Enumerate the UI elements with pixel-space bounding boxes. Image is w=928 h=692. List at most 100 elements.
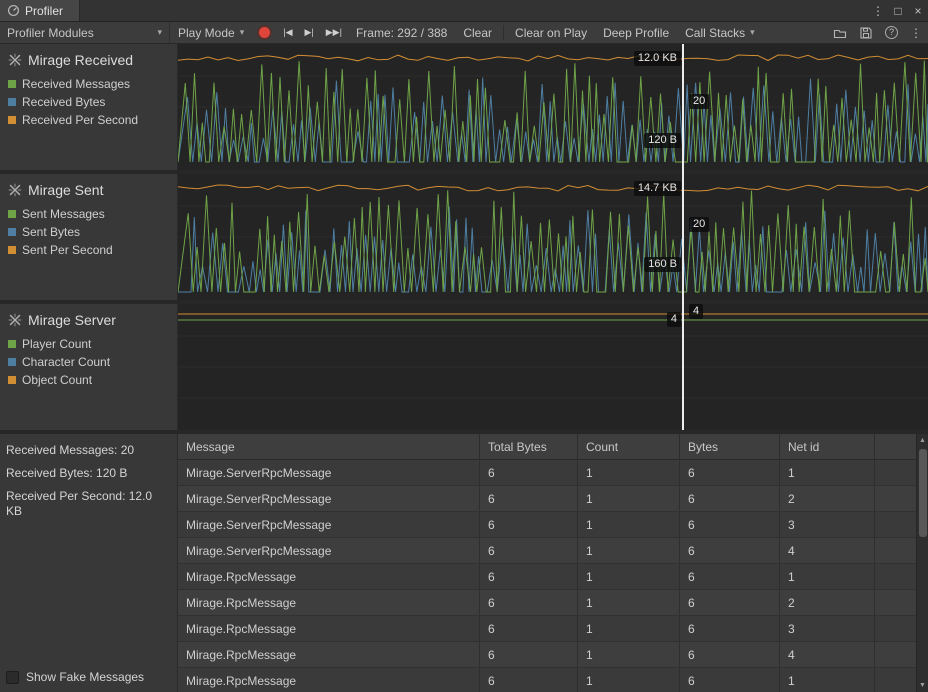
table-row[interactable]: Mirage.RpcMessage 6 1 6 3 bbox=[178, 616, 916, 642]
profiler-module: Mirage Server Player Count Character Coun… bbox=[0, 304, 928, 430]
table-row[interactable]: Mirage.ServerRpcMessage 6 1 6 1 bbox=[178, 460, 916, 486]
table-cell: 6 bbox=[680, 668, 780, 692]
table-cell-filler bbox=[875, 590, 916, 615]
table-cell: 6 bbox=[480, 460, 578, 485]
legend-item[interactable]: Sent Bytes bbox=[8, 225, 169, 239]
table-cell: Mirage.ServerRpcMessage bbox=[178, 512, 480, 537]
module-chart[interactable]: 14.7 KB 20 160 B bbox=[178, 174, 928, 300]
table-cell: 6 bbox=[480, 486, 578, 511]
table-row[interactable]: Mirage.RpcMessage 6 1 6 2 bbox=[178, 590, 916, 616]
table-cell: 1 bbox=[578, 590, 680, 615]
column-header[interactable]: Bytes bbox=[680, 434, 780, 459]
profiler-toolbar: Profiler Modules ▾ Play Mode ▾ |◀ ▶| ▶▶|… bbox=[0, 22, 928, 44]
legend-label: Character Count bbox=[22, 355, 111, 369]
table-cell-filler bbox=[875, 486, 916, 511]
table-row[interactable]: Mirage.RpcMessage 6 1 6 1 bbox=[178, 668, 916, 692]
table-row[interactable]: Mirage.RpcMessage 6 1 6 1 bbox=[178, 564, 916, 590]
help-glyph: ? bbox=[885, 26, 898, 39]
table-cell: 1 bbox=[578, 564, 680, 589]
table-row[interactable]: Mirage.RpcMessage 6 1 6 4 bbox=[178, 642, 916, 668]
module-sidebar[interactable]: Mirage Received Received Messages Receive… bbox=[0, 44, 178, 170]
record-button[interactable] bbox=[252, 22, 277, 43]
module-chart[interactable]: 12.0 KB 20 120 B bbox=[178, 44, 928, 170]
load-profile-icon[interactable] bbox=[827, 22, 853, 43]
legend-swatch bbox=[8, 340, 16, 348]
chart-value-label: 20 bbox=[689, 94, 710, 109]
window-menu-icon[interactable]: ⋮ bbox=[868, 0, 888, 21]
table-cell: 1 bbox=[578, 486, 680, 511]
legend-item[interactable]: Sent Per Second bbox=[8, 243, 169, 257]
toolbar-menu-icon[interactable]: ⋮ bbox=[904, 22, 928, 43]
legend-label: Sent Bytes bbox=[22, 225, 81, 239]
clear-button[interactable]: Clear bbox=[455, 22, 500, 43]
table-body: Mirage.ServerRpcMessage 6 1 6 1 Mirage.Server… bbox=[178, 460, 916, 692]
chart-value-label: 20 bbox=[689, 217, 710, 232]
scroll-thumb[interactable] bbox=[918, 449, 927, 537]
vertical-scrollbar[interactable]: ▲ ▼ bbox=[916, 434, 928, 692]
modules-list: Mirage Received Received Messages Receive… bbox=[0, 44, 928, 430]
first-frame-button[interactable]: |◀ bbox=[277, 22, 298, 43]
frame-counter: Frame: 292 / 388 bbox=[355, 25, 448, 40]
show-fake-messages-row[interactable]: Show Fake Messages bbox=[6, 670, 144, 684]
table-cell: 6 bbox=[680, 486, 780, 511]
legend-item[interactable]: Player Count bbox=[8, 337, 169, 351]
chart-value-label: 160 B bbox=[644, 257, 681, 272]
clear-on-play-toggle[interactable]: Clear on Play bbox=[507, 22, 595, 43]
profiler-modules-dropdown[interactable]: Profiler Modules ▾ bbox=[0, 22, 170, 43]
table-row[interactable]: Mirage.ServerRpcMessage 6 1 6 2 bbox=[178, 486, 916, 512]
table-cell: Mirage.ServerRpcMessage bbox=[178, 486, 480, 511]
call-stacks-dropdown[interactable]: Call Stacks ▾ bbox=[677, 22, 763, 43]
module-sidebar[interactable]: Mirage Server Player Count Character Coun… bbox=[0, 304, 178, 430]
table-cell: 1 bbox=[578, 668, 680, 692]
module-chart[interactable]: 44 bbox=[178, 304, 928, 430]
table-cell: 1 bbox=[578, 460, 680, 485]
deep-profile-toggle[interactable]: Deep Profile bbox=[595, 22, 677, 43]
save-profile-icon[interactable] bbox=[853, 22, 879, 43]
table-header: Message Total Bytes Count Bytes Net id bbox=[178, 434, 916, 460]
scroll-down-icon[interactable]: ▼ bbox=[919, 679, 926, 692]
module-sidebar[interactable]: Mirage Sent Sent Messages Sent Bytes Sent … bbox=[0, 174, 178, 300]
profiler-module: Mirage Received Received Messages Receive… bbox=[0, 44, 928, 170]
table-cell: 1 bbox=[780, 668, 875, 692]
table-cell: 6 bbox=[480, 668, 578, 692]
legend-swatch bbox=[8, 80, 16, 88]
chart-value-label: 4 bbox=[689, 304, 704, 319]
table-row[interactable]: Mirage.ServerRpcMessage 6 1 6 3 bbox=[178, 512, 916, 538]
table-row[interactable]: Mirage.ServerRpcMessage 6 1 6 4 bbox=[178, 538, 916, 564]
table-cell: Mirage.ServerRpcMessage bbox=[178, 460, 480, 485]
current-frame-line[interactable] bbox=[682, 44, 684, 430]
legend-item[interactable]: Received Bytes bbox=[8, 95, 169, 109]
table-cell: 4 bbox=[780, 538, 875, 563]
stat-received-per-second: Received Per Second: 12.0 KB bbox=[6, 489, 153, 518]
column-header-filler bbox=[875, 434, 916, 459]
show-fake-messages-checkbox[interactable] bbox=[6, 670, 19, 684]
table-cell: Mirage.RpcMessage bbox=[178, 590, 480, 615]
legend-swatch bbox=[8, 376, 16, 384]
current-frame-button[interactable]: ▶▶| bbox=[320, 22, 348, 43]
table-cell: 4 bbox=[780, 642, 875, 667]
legend-item[interactable]: Sent Messages bbox=[8, 207, 169, 221]
window-titlebar: Profiler ⋮ □ × bbox=[0, 0, 928, 22]
scroll-up-icon[interactable]: ▲ bbox=[919, 434, 926, 447]
legend-item[interactable]: Received Per Second bbox=[8, 113, 169, 127]
table-cell: 6 bbox=[680, 460, 780, 485]
table-cell: Mirage.RpcMessage bbox=[178, 668, 480, 692]
column-header[interactable]: Count bbox=[578, 434, 680, 459]
legend-item[interactable]: Character Count bbox=[8, 355, 169, 369]
column-header[interactable]: Net id bbox=[780, 434, 875, 459]
play-mode-dropdown[interactable]: Play Mode ▾ bbox=[170, 22, 252, 43]
legend-item[interactable]: Object Count bbox=[8, 373, 169, 387]
column-header[interactable]: Message bbox=[178, 434, 480, 459]
table-cell-filler bbox=[875, 642, 916, 667]
play-mode-label: Play Mode bbox=[178, 25, 235, 40]
legend-swatch bbox=[8, 246, 16, 254]
legend-item[interactable]: Received Messages bbox=[8, 77, 169, 91]
table-cell: 1 bbox=[578, 512, 680, 537]
help-icon[interactable]: ? bbox=[879, 22, 904, 43]
window-close-icon[interactable]: × bbox=[908, 0, 928, 21]
column-header[interactable]: Total Bytes bbox=[480, 434, 578, 459]
profiler-tab[interactable]: Profiler bbox=[0, 0, 81, 21]
window-maximize-icon[interactable]: □ bbox=[888, 0, 908, 21]
show-fake-messages-label: Show Fake Messages bbox=[26, 670, 145, 684]
next-frame-button[interactable]: ▶| bbox=[299, 22, 320, 43]
